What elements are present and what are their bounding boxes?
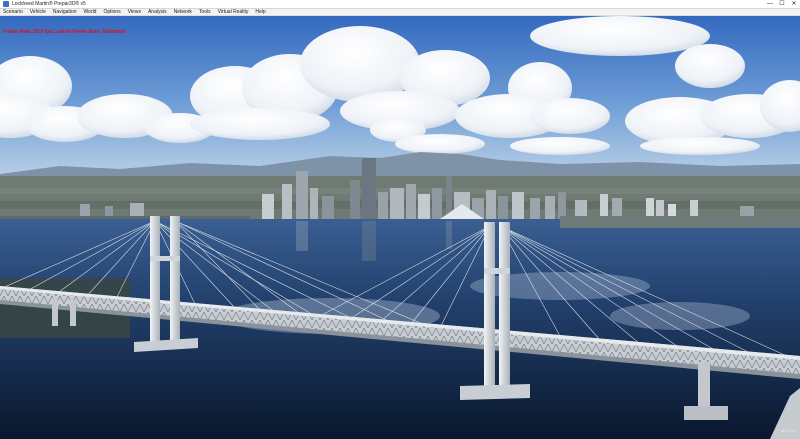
minimize-button[interactable]: — [764, 0, 776, 8]
menu-analysis[interactable]: Analysis [148, 9, 167, 16]
menu-scenario[interactable]: Scenario [3, 9, 23, 16]
menu-navigation[interactable]: Navigation [53, 9, 77, 16]
window-controls: — ☐ ✕ [764, 0, 800, 8]
menu-vehicle[interactable]: Vehicle [30, 9, 46, 16]
simulator-window: Lockheed Martin® Prepar3D® v5 — ☐ ✕ Scen… [0, 0, 800, 439]
app-icon [3, 1, 9, 7]
shore-right [560, 216, 800, 228]
menu-tools[interactable]: Tools [199, 9, 211, 16]
menu-help[interactable]: Help [255, 9, 265, 16]
menu-options[interactable]: Options [103, 9, 120, 16]
menu-virtual-reality[interactable]: Virtual Reality [218, 9, 249, 16]
menu-views[interactable]: Views [128, 9, 141, 16]
scene-rendering [0, 16, 800, 439]
3d-scene-viewport[interactable] [0, 16, 800, 439]
menu-network[interactable]: Network [174, 9, 192, 16]
hud-status-text: Frame Rate: 29.9 fps Locked Frame Rate: … [3, 29, 126, 35]
hud-speed-indicator: 60 KIAS [781, 428, 796, 433]
maximize-button[interactable]: ☐ [776, 0, 788, 8]
close-button[interactable]: ✕ [788, 0, 800, 8]
menu-world[interactable]: World [84, 9, 97, 16]
menu-bar: Scenario Vehicle Navigation World Option… [0, 9, 800, 16]
window-title: Lockheed Martin® Prepar3D® v5 [12, 1, 86, 7]
pier-base-right [684, 406, 728, 420]
